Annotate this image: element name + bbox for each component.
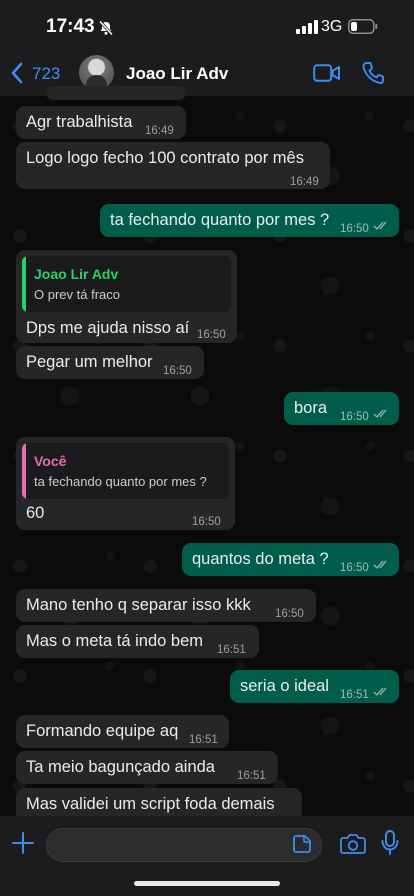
message-outgoing[interactable]: bora 16:50 <box>284 392 399 425</box>
read-ticks-icon <box>373 560 387 570</box>
message-input[interactable] <box>46 828 322 862</box>
message-incoming-with-reply[interactable]: Você ta fechando quanto por mes ? 60 16:… <box>16 437 235 530</box>
message-text: Mas validei um script foda demais <box>26 795 275 813</box>
message-incoming[interactable]: Formando equipe aq 16:51 <box>16 715 229 748</box>
message-text: quantos do meta ? <box>192 550 329 568</box>
message-text: Formando equipe aq <box>26 722 179 740</box>
message-time: 16:51 <box>340 689 369 701</box>
message-time: 16:51 <box>189 734 218 746</box>
network-type-label: 3G <box>321 18 343 35</box>
message-incoming-with-reply[interactable]: Joao Lir Adv O prev tá fraco Dps me ajud… <box>16 250 237 343</box>
message-text: Pegar um melhor <box>26 353 153 371</box>
back-chevron-icon[interactable] <box>10 62 24 84</box>
read-ticks-icon <box>373 687 387 697</box>
status-bar: 17:43 3G <box>0 0 414 52</box>
microphone-icon[interactable] <box>381 830 399 856</box>
message-text: bora <box>294 399 328 417</box>
message-incoming[interactable]: Agr trabalhista 16:49 <box>16 106 186 139</box>
message-text: Mas o meta tá indo bem <box>26 632 204 650</box>
plus-icon[interactable] <box>12 832 34 854</box>
message-incoming[interactable]: Logo logo fecho 100 contrato por mês 16:… <box>16 142 330 189</box>
message-time: 16:50 <box>340 411 369 423</box>
reply-quote-author: Joao Lir Adv <box>34 266 119 282</box>
message-text: Agr trabalhista <box>26 113 133 131</box>
camera-icon[interactable] <box>340 833 366 854</box>
message-text: seria o ideal <box>240 677 329 695</box>
avatar[interactable] <box>79 55 114 90</box>
message-time: 16:50 <box>197 329 226 341</box>
reply-quote[interactable]: Joao Lir Adv O prev tá fraco <box>22 256 231 312</box>
message-outgoing[interactable]: quantos do meta ? 16:50 <box>182 543 399 576</box>
home-indicator[interactable] <box>134 881 280 886</box>
read-ticks-icon <box>373 221 387 231</box>
reply-quote-text: ta fechando quanto por mes ? <box>34 474 207 489</box>
phone-icon[interactable] <box>362 61 384 85</box>
reply-quote[interactable]: Você ta fechando quanto por mes ? <box>22 443 229 499</box>
message-outgoing[interactable]: ta fechando quanto por mes ? 16:50 <box>100 204 399 237</box>
video-call-icon[interactable] <box>313 63 341 83</box>
message-time: 16:50 <box>163 365 192 377</box>
signal-icon <box>296 20 318 34</box>
message-incoming[interactable]: Ta meio bagunçado ainda 16:51 <box>16 751 278 784</box>
contact-name[interactable]: Joao Lir Adv <box>126 64 228 84</box>
message-text: 60 <box>26 504 45 522</box>
message-time: 16:50 <box>275 608 304 620</box>
message-time: 16:49 <box>145 125 174 137</box>
battery-icon <box>348 19 378 34</box>
reply-quote-author: Você <box>34 453 67 469</box>
read-ticks-icon <box>373 409 387 419</box>
partial-incoming-bubble <box>46 86 186 100</box>
reply-quote-text: O prev tá fraco <box>34 287 120 302</box>
bell-slash-icon <box>98 20 114 36</box>
message-time: 16:50 <box>192 516 221 528</box>
message-outgoing[interactable]: seria o ideal 16:51 <box>230 670 399 703</box>
message-time: 16:51 <box>217 644 246 656</box>
message-incoming[interactable]: Mas o meta tá indo bem 16:51 <box>16 625 259 658</box>
message-incoming[interactable]: Pegar um melhor 16:50 <box>16 346 204 379</box>
message-text: Logo logo fecho 100 contrato por mês <box>26 149 304 167</box>
message-text: Mano tenho q separar isso kkk <box>26 596 251 614</box>
message-time: 16:50 <box>340 562 369 574</box>
message-time: 16:51 <box>237 770 266 782</box>
sticker-icon[interactable] <box>292 834 312 854</box>
message-incoming[interactable]: Mano tenho q separar isso kkk 16:50 <box>16 589 316 622</box>
message-text: Dps me ajuda nisso aí <box>26 319 190 337</box>
back-unread-count[interactable]: 723 <box>32 64 60 84</box>
message-time: 16:50 <box>340 223 369 235</box>
message-time: 16:49 <box>290 176 319 188</box>
status-time: 17:43 <box>46 16 95 37</box>
message-text: ta fechando quanto por mes ? <box>110 211 330 229</box>
message-text: Ta meio bagunçado ainda <box>26 758 215 776</box>
